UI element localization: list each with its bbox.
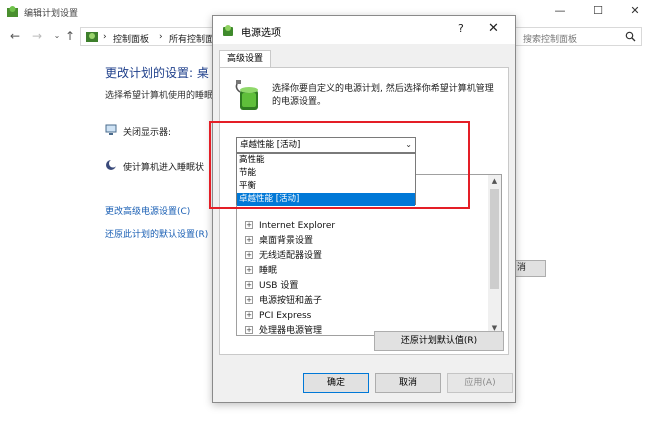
monitor-icon (105, 124, 117, 135)
breadcrumb-control-panel[interactable]: 控制面板 (113, 32, 149, 45)
help-icon[interactable]: ? (458, 22, 464, 35)
forward-arrow-icon[interactable]: → (30, 29, 44, 43)
power-plan-icon (223, 25, 233, 36)
ok-button[interactable]: 确定 (303, 373, 369, 393)
expand-icon[interactable]: + (245, 251, 253, 259)
tree-item-label: USB 设置 (259, 281, 299, 291)
tree-item-desktop-background[interactable]: + 桌面背景设置 (245, 234, 313, 248)
advanced-settings-panel: 选择你要自定义的电源计划, 然后选择你希望计算机管理的电源设置。 + Intern… (219, 67, 509, 355)
search-placeholder: 搜索控制面板 (523, 35, 578, 45)
tree-item-power-buttons[interactable]: + 电源按钮和盖子 (245, 294, 322, 308)
search-input[interactable]: 搜索控制面板 (514, 27, 642, 46)
tree-item-label: 睡眠 (259, 266, 278, 276)
chevron-down-icon: ⌄ (405, 140, 412, 149)
plan-option-balanced[interactable]: 平衡 (237, 180, 415, 193)
apply-button[interactable]: 应用(A) (447, 373, 513, 393)
page-subtitle: 选择希望计算机使用的睡眠 (105, 91, 214, 101)
expand-icon[interactable]: + (245, 296, 253, 304)
expand-icon[interactable]: + (245, 236, 253, 244)
sleep-label: 使计算机进入睡眠状 (123, 163, 205, 173)
breadcrumb-separator: › (103, 32, 107, 42)
expand-icon[interactable]: + (245, 281, 253, 289)
close-icon[interactable]: ✕ (625, 3, 645, 19)
tree-item-usb[interactable]: + USB 设置 (245, 279, 298, 293)
turn-off-display-label: 关闭显示器: (123, 128, 172, 138)
dialog-close-icon[interactable]: ✕ (488, 21, 499, 36)
address-bar[interactable]: › 控制面板 › 所有控制面 (80, 27, 215, 46)
tree-item-label: Internet Explorer (259, 221, 336, 231)
tree-item-label: 处理器电源管理 (259, 326, 323, 336)
page-heading: 更改计划的设置: 桌 (105, 66, 209, 80)
plan-option-ultimate-performance[interactable]: 卓越性能 [活动] (237, 193, 415, 206)
battery-plug-icon (235, 80, 258, 110)
tab-advanced-settings[interactable]: 高级设置 (219, 50, 271, 68)
scrollbar-thumb[interactable] (490, 189, 499, 289)
control-panel-icon (86, 32, 98, 42)
expand-icon[interactable]: + (245, 326, 253, 334)
advanced-power-settings-link[interactable]: 更改高级电源设置(C) (105, 204, 190, 217)
restore-defaults-link[interactable]: 还原此计划的默认设置(R) (105, 227, 208, 240)
tree-item-label: 无线适配器设置 (259, 251, 323, 261)
breadcrumb-all-items[interactable]: 所有控制面 (169, 32, 214, 45)
tree-item-label: PCI Express (259, 311, 312, 321)
power-plan-icon (7, 6, 18, 17)
expand-icon[interactable]: + (245, 311, 253, 319)
maximize-icon[interactable]: ☐ (588, 3, 608, 19)
plan-option-power-saver[interactable]: 节能 (237, 167, 415, 180)
dialog-title: 电源选项 (241, 28, 281, 39)
cancel-button[interactable]: 取消 (375, 373, 441, 393)
tree-scrollbar[interactable]: ▲ ▼ (488, 175, 501, 335)
up-arrow-icon[interactable]: ↑ (63, 29, 77, 43)
window-title: 编辑计划设置 (24, 9, 79, 19)
tree-item-label: 桌面背景设置 (259, 236, 314, 246)
scroll-up-icon[interactable]: ▲ (488, 175, 501, 188)
recent-dropdown-icon[interactable]: ⌄ (50, 29, 64, 43)
power-plan-selected: 卓越性能 [活动] (240, 140, 301, 150)
tree-item-label: 电源按钮和盖子 (259, 296, 323, 306)
moon-icon (106, 159, 117, 170)
power-options-dialog: 电源选项 ? ✕ 高级设置 选择你要自定义的电源计划, 然后选择你希望计算机管理… (212, 15, 516, 403)
restore-plan-defaults-button[interactable]: 还原计划默认值(R) (374, 331, 504, 351)
tree-item-internet-explorer[interactable]: + Internet Explorer (245, 219, 335, 233)
back-arrow-icon[interactable]: ← (8, 29, 22, 43)
tree-item-pci-express[interactable]: + PCI Express (245, 309, 311, 323)
power-plan-select[interactable]: 卓越性能 [活动] ⌄ (236, 137, 416, 153)
panel-description: 选择你要自定义的电源计划, 然后选择你希望计算机管理的电源设置。 (272, 84, 494, 107)
tree-item-sleep[interactable]: + 睡眠 (245, 264, 277, 278)
power-plan-dropdown[interactable]: 高性能 节能 平衡 卓越性能 [活动] (236, 153, 416, 206)
minimize-icon[interactable]: — (550, 3, 570, 19)
plan-option-high-performance[interactable]: 高性能 (237, 154, 415, 167)
tree-item-wireless-adapter[interactable]: + 无线适配器设置 (245, 249, 322, 263)
dialog-title-bar: 电源选项 ? ✕ (213, 16, 515, 44)
expand-icon[interactable]: + (245, 221, 253, 229)
expand-icon[interactable]: + (245, 266, 253, 274)
tree-item-processor-power[interactable]: + 处理器电源管理 (245, 324, 323, 336)
search-icon (625, 31, 636, 42)
breadcrumb-separator: › (159, 32, 163, 42)
